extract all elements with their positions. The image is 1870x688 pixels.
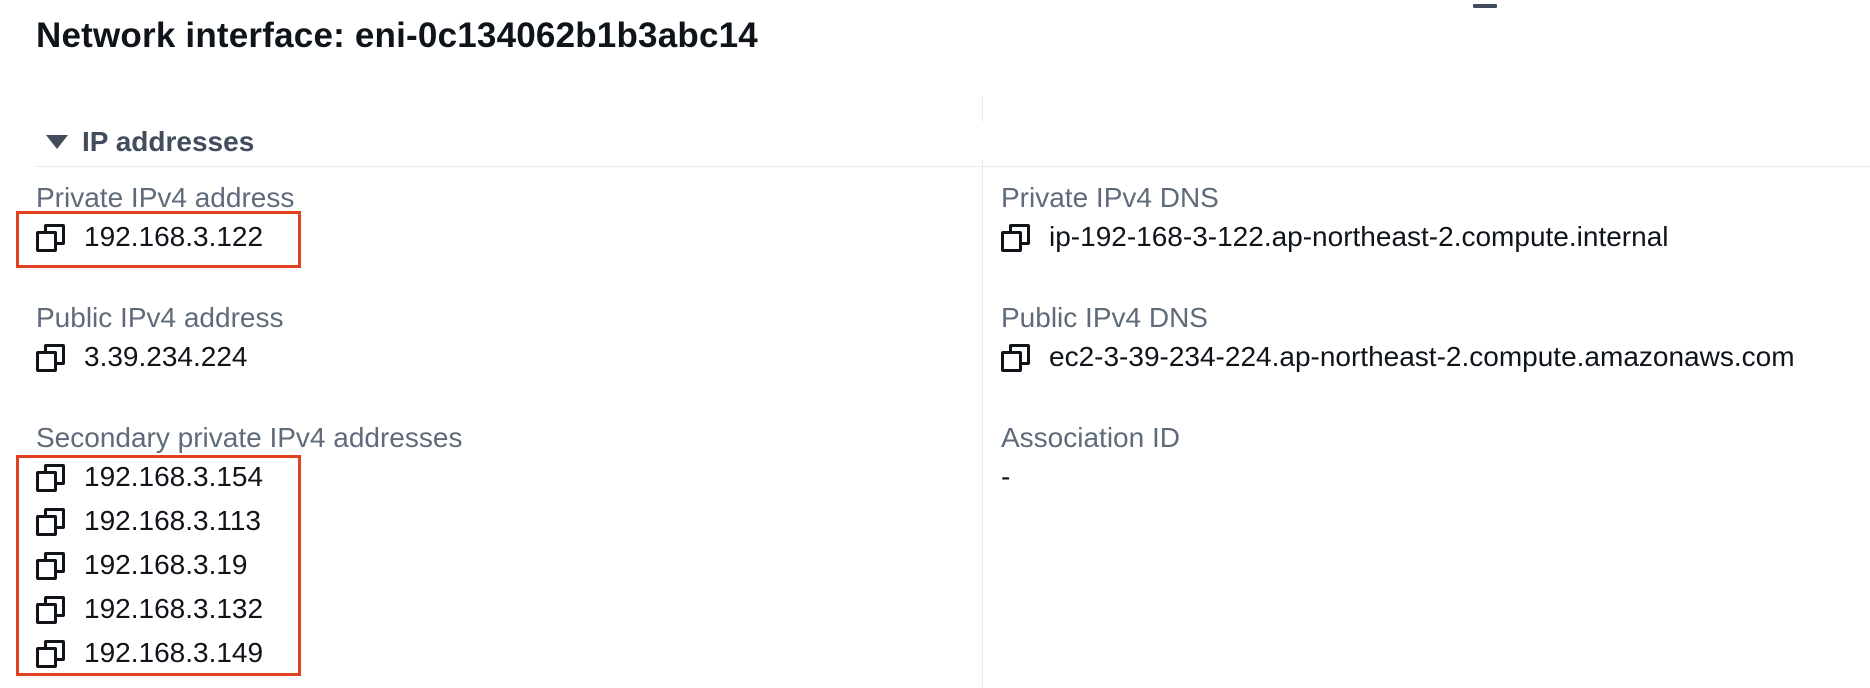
association-id-field: Association ID - <box>1001 421 1180 499</box>
copy-icon[interactable] <box>36 224 65 252</box>
column-divider-top <box>982 96 983 122</box>
secondary-ip-value: 192.168.3.154 <box>84 461 264 492</box>
field-label: Private IPv4 address <box>36 182 295 213</box>
public-ipv4-dns-field: Public IPv4 DNS ec2-3-39-234-224.ap-nort… <box>1001 301 1795 379</box>
value-row: ec2-3-39-234-224.ap-northeast-2.compute.… <box>1001 335 1795 379</box>
copy-icon[interactable] <box>36 508 65 536</box>
secondary-ip-value: 192.168.3.132 <box>84 593 264 624</box>
copy-icon[interactable] <box>36 464 65 492</box>
private-ipv4-dns-field: Private IPv4 DNS ip-192-168-3-122.ap-nor… <box>1001 181 1669 259</box>
copy-icon[interactable] <box>36 640 65 668</box>
secondary-ip-value: 192.168.3.113 <box>84 505 261 536</box>
ip-addresses-section-toggle[interactable]: IP addresses <box>36 120 254 164</box>
list-item: 192.168.3.113 <box>36 499 462 543</box>
field-label: Association ID <box>1001 422 1180 453</box>
copy-icon[interactable] <box>36 552 65 580</box>
copy-icon[interactable] <box>36 344 65 372</box>
copy-icon[interactable] <box>1001 344 1030 372</box>
value-row: 192.168.3.122 <box>36 215 294 259</box>
section-divider <box>36 166 1870 167</box>
secondary-ip-value: 192.168.3.19 <box>84 549 248 580</box>
field-label: Public IPv4 address <box>36 302 284 333</box>
field-label: Private IPv4 DNS <box>1001 182 1219 213</box>
minimize-bar <box>1473 4 1497 8</box>
field-label: Secondary private IPv4 addresses <box>36 422 463 453</box>
association-id-value: - <box>1001 461 1011 492</box>
list-item: 192.168.3.149 <box>36 631 462 675</box>
list-item: 192.168.3.154 <box>36 455 462 499</box>
secondary-ip-value: 192.168.3.149 <box>84 637 264 668</box>
page-title: Network interface: eni-0c134062b1b3abc14 <box>36 16 758 55</box>
value-row: 3.39.234.224 <box>36 335 283 379</box>
value-row: ip-192-168-3-122.ap-northeast-2.compute.… <box>1001 215 1669 259</box>
caret-down-icon <box>46 135 68 149</box>
copy-icon[interactable] <box>1001 224 1030 252</box>
private-ipv4-dns-value: ip-192-168-3-122.ap-northeast-2.compute.… <box>1049 221 1669 252</box>
list-item: 192.168.3.19 <box>36 543 462 587</box>
field-label: Public IPv4 DNS <box>1001 302 1208 333</box>
secondary-private-ipv4-addresses-field: Secondary private IPv4 addresses 192.168… <box>36 421 462 675</box>
public-ipv4-address-value: 3.39.234.224 <box>84 341 248 372</box>
list-item: 192.168.3.132 <box>36 587 462 631</box>
public-ipv4-address-field: Public IPv4 address 3.39.234.224 <box>36 301 283 379</box>
private-ipv4-address-field: Private IPv4 address 192.168.3.122 <box>36 181 294 259</box>
section-title: IP addresses <box>82 126 255 157</box>
copy-icon[interactable] <box>36 596 65 624</box>
public-ipv4-dns-value: ec2-3-39-234-224.ap-northeast-2.compute.… <box>1049 341 1795 372</box>
column-divider <box>982 160 983 688</box>
private-ipv4-address-value: 192.168.3.122 <box>84 221 264 252</box>
